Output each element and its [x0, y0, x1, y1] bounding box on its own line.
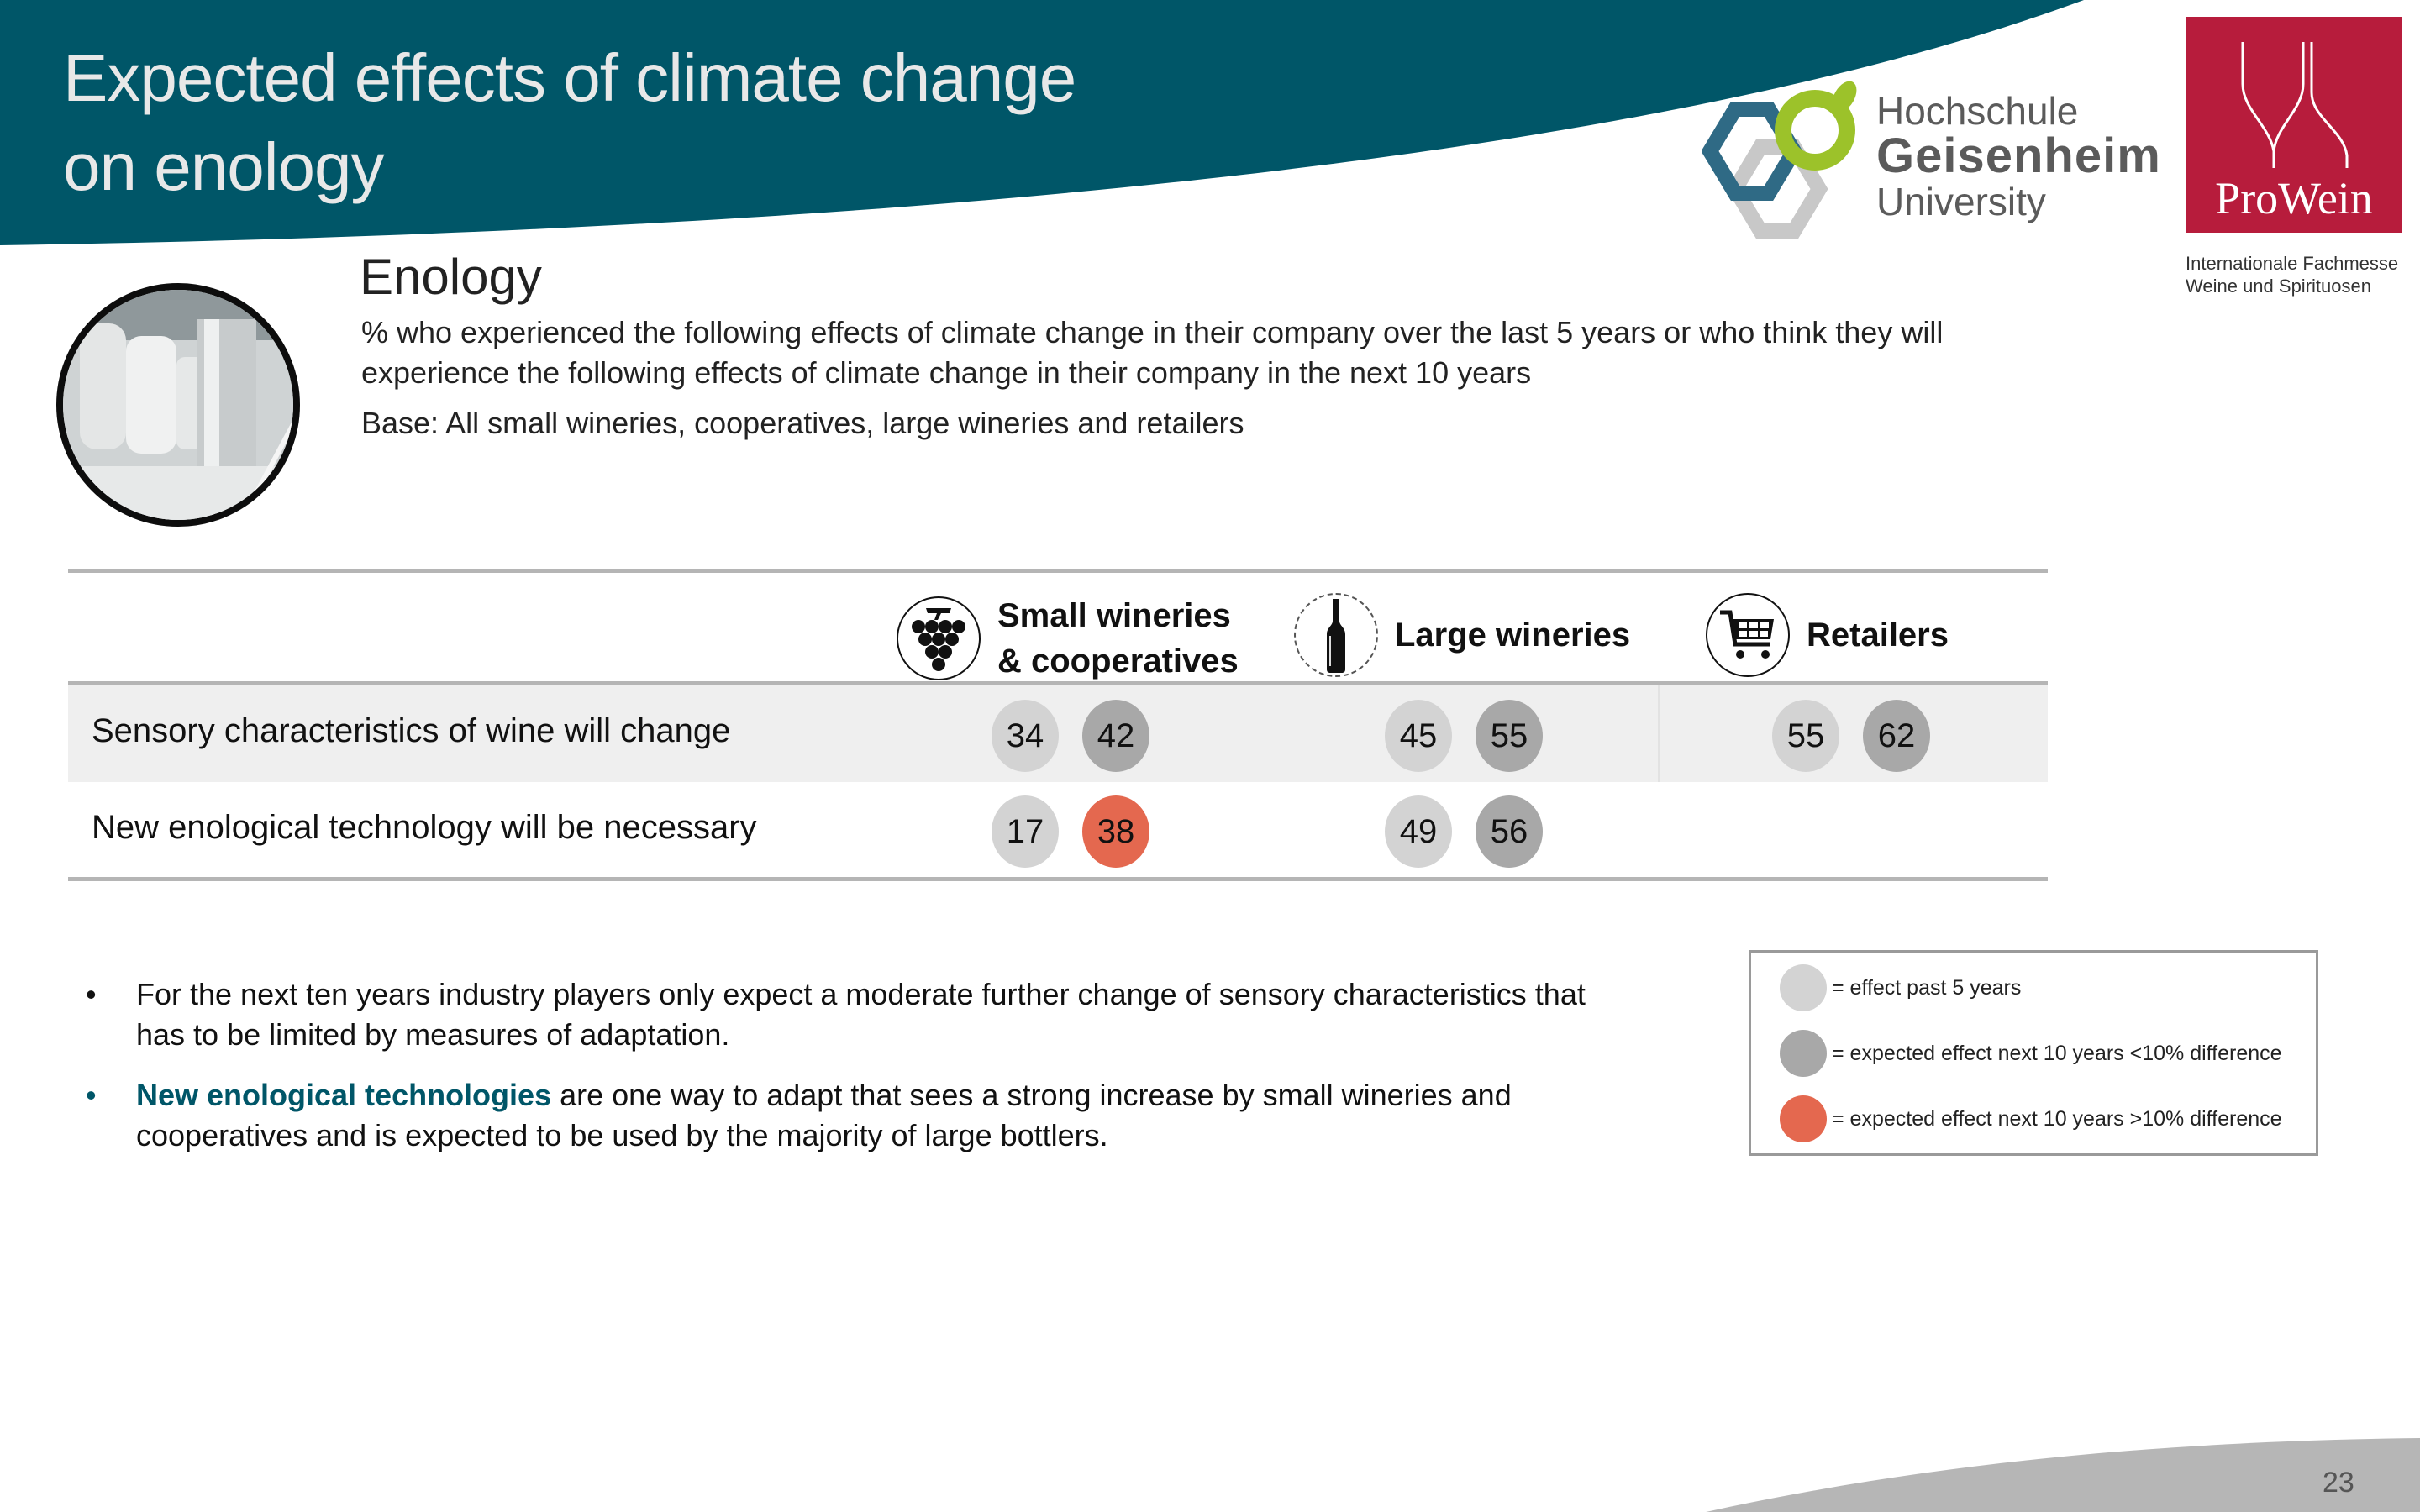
badge-past-5-years: 49 — [1385, 795, 1452, 868]
column-label: Large wineries — [1395, 617, 1631, 654]
prowein-name: ProWein — [2215, 173, 2373, 223]
table-bottom-rule — [68, 877, 2048, 881]
column-header-small-wineries: Small wineries & cooperatives — [897, 593, 1239, 684]
prowein-subtitle-line1: Internationale Fachmesse — [2186, 253, 2399, 274]
page-number: 23 — [2323, 1467, 2354, 1499]
winery-tanks-photo — [56, 283, 300, 527]
badge-past-5-years: 55 — [1772, 700, 1839, 772]
footer-swoop — [1706, 1438, 2420, 1512]
legend-item-gt10: = expected effect next 10 years >10% dif… — [1780, 1095, 2282, 1142]
legend-item-past: = effect past 5 years — [1780, 964, 2021, 1011]
finding-item: • For the next ten years industry player… — [84, 974, 1630, 1055]
column-label-line1: Small wineries — [997, 597, 1231, 634]
legend-swatch-lt10 — [1780, 1030, 1827, 1077]
legend-box: = effect past 5 years = expected effect … — [1749, 950, 2318, 1156]
column-separator — [1658, 685, 1660, 782]
legend-label: = expected effect next 10 years >10% dif… — [1832, 1106, 2282, 1131]
winery-tanks-image — [63, 290, 293, 520]
geisenheim-logo: Hochschule Geisenheim University — [1702, 80, 2172, 239]
geisenheim-line2: Geisenheim — [1876, 129, 2161, 183]
prowein-logo: ProWein — [2186, 17, 2402, 233]
finding-highlight: New enological technologies — [136, 1078, 552, 1112]
finding-item: • New enological technologies are one wa… — [84, 1075, 1630, 1156]
slide-title: Expected effects of climate change on en… — [63, 34, 1076, 212]
prowein-subtitle-line2: Weine und Spirituosen — [2186, 276, 2371, 297]
geisenheim-hexagon-icon — [1702, 81, 1857, 239]
badge-past-5-years: 34 — [992, 700, 1059, 772]
prowein-subtitle: Internationale Fachmesse Weine und Spiri… — [2186, 252, 2420, 297]
base-note: Base: All small wineries, cooperatives, … — [361, 406, 1244, 440]
legend-item-lt10: = expected effect next 10 years <10% dif… — [1780, 1030, 2282, 1077]
wine-bottles-icon — [2241, 42, 2349, 168]
section-subtitle: % who experienced the following effects … — [361, 315, 1944, 390]
column-header-large-wineries: Large wineries — [1294, 593, 1630, 677]
geisenheim-line3: University — [1876, 180, 2046, 223]
badge-past-5-years: 17 — [992, 795, 1059, 868]
geisenheim-wordmark: Hochschule Geisenheim University — [1876, 88, 2161, 224]
geisenheim-line1: Hochschule — [1876, 89, 2079, 133]
table-top-rule — [68, 569, 2048, 573]
badge-expected-next-10-years: 55 — [1476, 700, 1543, 772]
badge-expected-next-10-years: 42 — [1082, 700, 1150, 772]
badge-expected-next-10-years: 62 — [1863, 700, 1930, 772]
slide-title-line1: Expected effects of climate change — [63, 40, 1076, 115]
column-label-line2: & cooperatives — [997, 643, 1239, 680]
column-header-retailers: Retailers — [1706, 593, 1949, 677]
section-heading: Enology — [360, 249, 542, 305]
row-label: New enological technology will be necess… — [92, 809, 757, 846]
finding-text: For the next ten years industry players … — [136, 977, 1586, 1052]
grapes-icon — [897, 596, 981, 680]
badge-expected-next-10-years: 56 — [1476, 795, 1543, 868]
key-findings: • For the next ten years industry player… — [84, 974, 1630, 1176]
shopping-cart-icon — [1706, 593, 1790, 677]
results-table: Small wineries & cooperatives Large wine… — [68, 569, 2048, 881]
legend-label: = effect past 5 years — [1832, 975, 2022, 1000]
column-label: Small wineries & cooperatives — [997, 593, 1239, 684]
legend-swatch-past — [1780, 964, 1827, 1011]
row-label: Sensory characteristics of wine will cha… — [92, 712, 731, 749]
bullet-icon: • — [86, 1078, 97, 1112]
wine-bottle-icon — [1294, 593, 1378, 677]
badge-past-5-years: 45 — [1385, 700, 1452, 772]
legend-swatch-gt10 — [1780, 1095, 1827, 1142]
badge-expected-next-10-years: 38 — [1082, 795, 1150, 868]
slide-title-line2: on enology — [63, 129, 384, 204]
column-label: Retailers — [1807, 617, 1949, 654]
bullet-icon: • — [86, 977, 97, 1011]
legend-label: = expected effect next 10 years <10% dif… — [1832, 1041, 2282, 1065]
